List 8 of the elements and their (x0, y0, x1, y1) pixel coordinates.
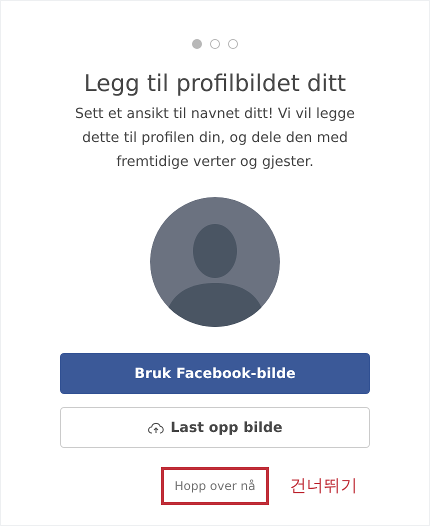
page-title: Legg til profilbildet ditt (84, 70, 346, 99)
annotation-text: 건너뛰기 (289, 475, 358, 497)
skip-link[interactable]: Hopp over nå (160, 467, 270, 505)
upload-photo-button[interactable]: Last opp bilde (60, 407, 370, 448)
avatar-placeholder-icon (150, 197, 280, 327)
cloud-upload-icon (148, 422, 164, 434)
description-text: Sett et ansikt til navnet ditt! Vi vil legge dette til profilen din, og dele den med fremtidige verter og gjester. (74, 105, 356, 172)
facebook-photo-button[interactable]: Bruk Facebook-bilde (60, 353, 370, 394)
